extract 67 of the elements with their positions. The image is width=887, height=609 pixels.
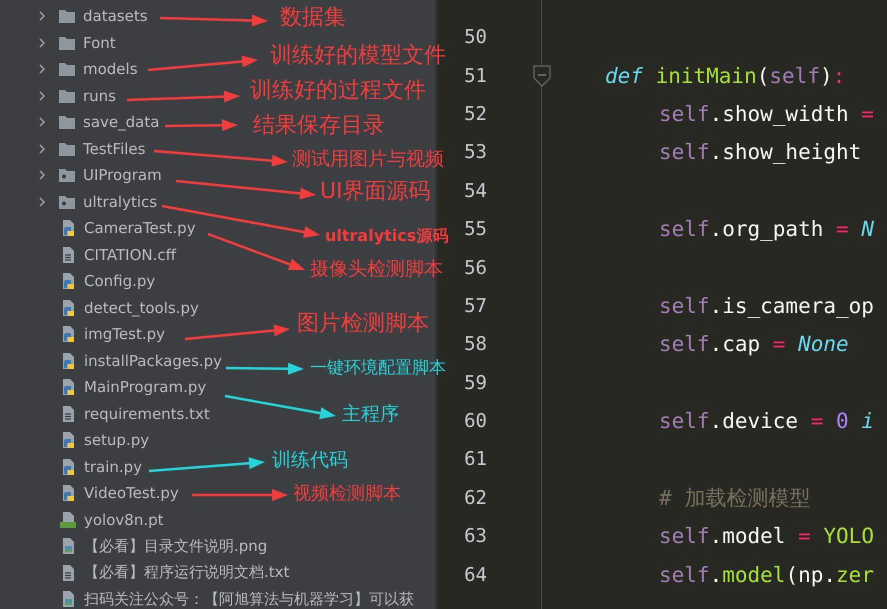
file-name[interactable]: 扫码关注公众号：【阿旭算法与机器学习】可以获: [84, 590, 414, 609]
folder-name[interactable]: models: [83, 60, 138, 78]
package-folder-icon: [58, 166, 76, 184]
line-number: 52: [464, 102, 487, 125]
code-line: self.device = 0 i: [659, 409, 874, 434]
annotation-label: 一键环境配置脚本: [310, 360, 446, 377]
code-line: self.cap = None: [659, 332, 849, 356]
file-name[interactable]: detect_tools.py: [84, 298, 199, 317]
code-line: self.model(np.zer: [659, 562, 874, 587]
file-name[interactable]: imgTest.py: [84, 325, 166, 344]
annotation-label: 视频检测脚本: [293, 485, 401, 503]
code-line: self.org_path = N: [659, 217, 874, 242]
code-line: self.model = YOLO: [659, 524, 874, 548]
fold-marker-icon[interactable]: [533, 64, 551, 87]
line-number: 56: [464, 256, 487, 279]
line-number: 63: [464, 525, 487, 548]
line-number: 55: [464, 218, 487, 240]
folder-name[interactable]: save_data: [83, 113, 160, 132]
line-number: 53: [464, 141, 487, 164]
code-line: def initMain(self):: [605, 64, 846, 88]
line-number: 50: [464, 26, 487, 48]
line-number: 62: [464, 486, 487, 509]
folder-icon: [58, 113, 76, 132]
file-name[interactable]: CITATION.cff: [84, 246, 176, 264]
file-name[interactable]: MainProgram.py: [84, 378, 206, 396]
annotation-label: 结果保存目录: [253, 115, 385, 137]
line-number: 59: [464, 372, 487, 394]
file-name[interactable]: CameraTest.py: [84, 219, 196, 238]
file-name[interactable]: 【必看】目录文件说明.png: [84, 536, 268, 556]
code-line: # 加载检测模型: [659, 484, 810, 512]
code-line: self.show_width =: [659, 102, 874, 126]
line-number: 57: [464, 294, 487, 317]
line-number: 60: [464, 410, 487, 432]
file-name[interactable]: 【必看】程序运行说明文档.txt: [84, 563, 290, 582]
file-name[interactable]: yolov8n.pt: [84, 510, 164, 529]
annotation-label: 摄像头检测脚本: [310, 260, 443, 279]
annotation-label: 训练好的模型文件: [270, 45, 446, 67]
line-number: 64: [464, 564, 487, 586]
line-number: 51: [464, 64, 487, 87]
annotation-label: 训练好的过程文件: [250, 80, 426, 102]
annotation-label: ultralytics源码: [325, 228, 448, 244]
code-line: self.is_camera_op: [659, 294, 874, 318]
annotation-label: 主程序: [342, 405, 399, 424]
folder-icon: [58, 7, 76, 26]
folder-name[interactable]: Font: [83, 34, 116, 52]
line-number: 61: [464, 448, 487, 470]
file-name[interactable]: VideoTest.py: [84, 484, 179, 502]
file-name[interactable]: train.py: [84, 458, 142, 476]
annotation-label: UI界面源码: [320, 181, 431, 203]
file-name[interactable]: Config.py: [84, 272, 156, 290]
line-number: 58: [464, 333, 487, 356]
folder-name[interactable]: ultralytics: [83, 192, 158, 211]
folder-name[interactable]: UIProgram: [83, 166, 162, 184]
annotation-label: 数据集: [280, 7, 346, 29]
binary-file-icon: [59, 510, 77, 529]
folder-name[interactable]: datasets: [83, 7, 148, 26]
folder-name[interactable]: runs: [83, 86, 116, 105]
file-name[interactable]: installPackages.py: [84, 352, 222, 370]
file-name[interactable]: requirements.txt: [84, 404, 210, 423]
annotation-label: 训练代码: [272, 451, 348, 470]
code-line: self.show_height: [659, 140, 862, 164]
file-name[interactable]: setup.py: [84, 431, 150, 450]
folder-name[interactable]: TestFiles: [83, 140, 146, 158]
folder-icon: [58, 60, 76, 78]
line-number: 54: [464, 180, 487, 202]
annotation-label: 图片检测脚本: [297, 313, 429, 335]
annotation-label: 测试用图片与视频: [292, 150, 444, 169]
